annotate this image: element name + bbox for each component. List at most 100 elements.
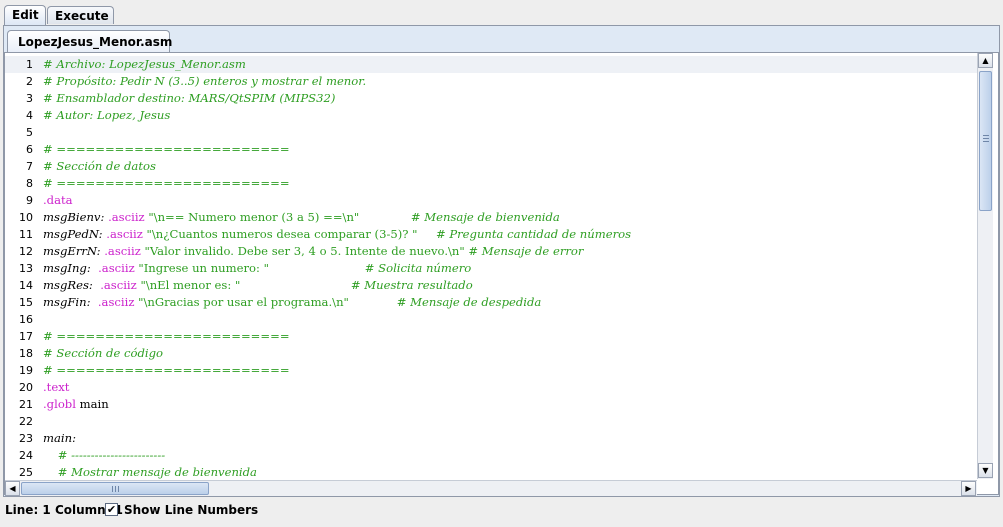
code-line[interactable]: 8 # ========================	[5, 175, 977, 192]
show-line-numbers-checkbox[interactable]: ✔	[105, 503, 118, 516]
code-text: main:	[43, 430, 76, 447]
tab-edit[interactable]: Edit	[4, 5, 46, 25]
code-token-str: "\nGracias por usar el programa.\n"	[134, 295, 397, 309]
line-number: 2	[26, 75, 33, 88]
code-line[interactable]: 6 # ========================	[5, 141, 977, 158]
vertical-scrollbar[interactable]: ▲ ▼	[977, 53, 993, 479]
code-token-com: # Propósito: Pedir N (3..5) enteros y mo…	[43, 74, 367, 88]
code-token-str: "\n== Numero menor (3 a 5) ==\n"	[144, 210, 411, 224]
code-token-com: # Muestra resultado	[350, 278, 473, 292]
code-text: msgPedN: .asciiz "\n¿Cuantos numeros des…	[43, 226, 631, 243]
line-number: 11	[19, 228, 33, 241]
code-token-dir: .globl	[43, 397, 76, 411]
line-number: 5	[26, 126, 33, 139]
code-text: # Archivo: LopezJesus_Menor.asm	[43, 56, 246, 73]
code-line[interactable]: 14 msgRes: .asciiz "\nEl menor es: " # Mu…	[5, 277, 977, 294]
line-number: 18	[19, 347, 33, 360]
code-line[interactable]: 11 msgPedN: .asciiz "\n¿Cuantos numeros d…	[5, 226, 977, 243]
tab-execute[interactable]: Execute	[47, 6, 114, 24]
code-token-com: # ------------------------	[43, 448, 166, 462]
code-token-lbl: msgBienv:	[43, 210, 105, 224]
line-number: 14	[19, 279, 33, 292]
code-token-lbl: msgIng:	[43, 261, 91, 275]
code-line[interactable]: 13 msgIng: .asciiz "Ingrese un numero: " …	[5, 260, 977, 277]
code-line[interactable]: 25 # Mostrar mensaje de bienvenida	[5, 464, 977, 479]
code-line[interactable]: 12 msgErrN: .asciiz "Valor invalido. Debe…	[5, 243, 977, 260]
code-line[interactable]: 16	[5, 311, 977, 328]
code-token-txt: main	[75, 397, 109, 411]
line-number: 3	[26, 92, 33, 105]
code-token-dir: .asciiz	[97, 295, 135, 309]
code-text: msgFin: .asciiz "\nGracias por usar el p…	[43, 294, 541, 311]
grip-line	[115, 486, 116, 492]
line-number: 12	[19, 245, 33, 258]
code-line[interactable]: 1 # Archivo: LopezJesus_Menor.asm	[5, 56, 977, 73]
code-line[interactable]: 18 # Sección de código	[5, 345, 977, 362]
code-text: # Ensamblador destino: MARS/QtSPIM (MIPS…	[43, 90, 335, 107]
line-number: 13	[19, 262, 33, 275]
grip-line	[118, 486, 119, 492]
code-text: # ------------------------	[43, 447, 165, 464]
code-line[interactable]: 5	[5, 124, 977, 141]
horizontal-scroll-thumb[interactable]	[21, 482, 209, 495]
code-token-com: # Ensamblador destino: MARS/QtSPIM (MIPS…	[43, 91, 336, 105]
code-token-com: # ========================	[43, 363, 290, 377]
grip-line	[983, 135, 989, 136]
show-line-numbers-label[interactable]: Show Line Numbers	[124, 501, 258, 519]
scroll-right-icon[interactable]: ▶	[961, 481, 976, 496]
code-line[interactable]: 21 .globl main	[5, 396, 977, 413]
code-token-lbl: msgFin:	[43, 295, 91, 309]
main-tab-strip: Edit Execute	[0, 0, 1003, 26]
code-line[interactable]: 17 # ========================	[5, 328, 977, 345]
line-number: 20	[19, 381, 33, 394]
code-token-dir: .text	[43, 380, 70, 394]
code-line[interactable]: 15 msgFin: .asciiz "\nGracias por usar el…	[5, 294, 977, 311]
code-line[interactable]: 19 # ========================	[5, 362, 977, 379]
code-line[interactable]: 20 .text	[5, 379, 977, 396]
code-text: # ========================	[43, 175, 290, 192]
code-token-com: # Sección de código	[43, 346, 164, 360]
code-token-com: # Solicita número	[364, 261, 472, 275]
code-token-str: "\nEl menor es: "	[136, 278, 351, 292]
scroll-down-icon[interactable]: ▼	[978, 463, 993, 478]
code-token-dir: .asciiz	[98, 261, 135, 275]
horizontal-scrollbar[interactable]: ◀ ▶	[5, 480, 977, 496]
code-line[interactable]: 2 # Propósito: Pedir N (3..5) enteros y m…	[5, 73, 977, 90]
code-text: msgBienv: .asciiz "\n== Numero menor (3 …	[43, 209, 560, 226]
vertical-scroll-thumb[interactable]	[979, 71, 992, 211]
code-token-com: # ========================	[43, 142, 290, 156]
code-token-com: # Archivo: LopezJesus_Menor.asm	[43, 57, 246, 71]
code-line[interactable]: 4 # Autor: Lopez, Jesus	[5, 107, 977, 124]
line-number: 7	[26, 160, 33, 173]
code-text: msgRes: .asciiz "\nEl menor es: " # Mues…	[43, 277, 473, 294]
code-token-dir: .data	[43, 193, 73, 207]
code-token-lbl: msgErrN:	[43, 244, 101, 258]
code-text: # Propósito: Pedir N (3..5) enteros y mo…	[43, 73, 366, 90]
code-token-lbl: msgRes:	[43, 278, 93, 292]
grip-line	[983, 141, 989, 142]
code-line[interactable]: 3 # Ensamblador destino: MARS/QtSPIM (MIP…	[5, 90, 977, 107]
code-text: # Sección de código	[43, 345, 163, 362]
line-number: 9	[26, 194, 33, 207]
code-token-lbl: main:	[43, 431, 76, 445]
code-token-com: # Pregunta cantidad de números	[435, 227, 632, 241]
code-line[interactable]: 10 msgBienv: .asciiz "\n== Numero menor (…	[5, 209, 977, 226]
code-line[interactable]: 9 .data	[5, 192, 977, 209]
code-token-dir: .asciiz	[108, 210, 145, 224]
code-token-dir: .asciiz	[100, 278, 137, 292]
code-text: .data	[43, 192, 73, 209]
scroll-left-icon[interactable]: ◀	[5, 481, 20, 496]
code-token-str: "Ingrese un numero: "	[134, 261, 365, 275]
code-line[interactable]: 22	[5, 413, 977, 430]
code-text: # Sección de datos	[43, 158, 156, 175]
grip-line	[983, 138, 989, 139]
code-line[interactable]: 24 # ------------------------	[5, 447, 977, 464]
code-line[interactable]: 23 main:	[5, 430, 977, 447]
code-editor[interactable]: 1 # Archivo: LopezJesus_Menor.asm 2 # Propó…	[5, 53, 977, 479]
tab-edit-label: Edit	[12, 8, 39, 22]
code-line[interactable]: 7 # Sección de datos	[5, 158, 977, 175]
file-tab[interactable]: LopezJesus_Menor.asm	[7, 30, 172, 52]
scroll-up-icon[interactable]: ▲	[978, 53, 993, 68]
line-number: 8	[26, 177, 33, 190]
